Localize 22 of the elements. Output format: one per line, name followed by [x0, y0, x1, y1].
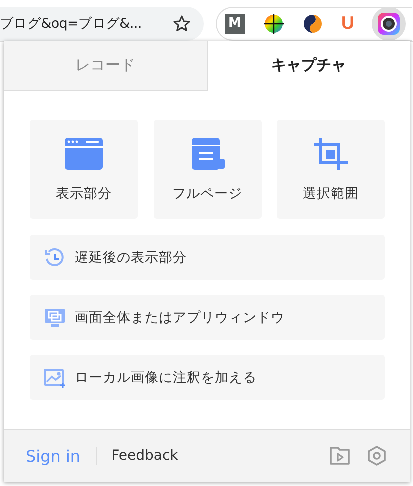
swirl-logo-icon[interactable]: [302, 12, 324, 34]
address-bar[interactable]: ブログ&oq=ブログ&...: [0, 6, 204, 40]
monitor-icon: [44, 306, 66, 328]
capture-mode-card[interactable]: フルページ: [154, 120, 262, 219]
extension-icon[interactable]: M: [225, 14, 245, 34]
capture-option[interactable]: 画面全体またはアプリウィンドウ: [30, 295, 385, 340]
feedback-link[interactable]: Feedback: [112, 448, 178, 464]
capture-option[interactable]: 遅延後の表示部分: [30, 235, 385, 280]
capture-mode-card[interactable]: 選択範囲: [277, 120, 385, 219]
tab[interactable]: キャプチャ: [208, 41, 410, 91]
clock-icon: [44, 246, 66, 268]
browser-window-icon: [64, 136, 104, 170]
star-icon[interactable]: [172, 14, 192, 34]
settings-icon[interactable]: [366, 445, 388, 467]
image-icon: [44, 366, 66, 388]
video-folder-icon[interactable]: [329, 446, 351, 466]
capture-option[interactable]: ローカル画像に注釈を加える: [30, 355, 385, 400]
capture-mode-card[interactable]: 表示部分: [30, 120, 138, 219]
crop-icon: [311, 136, 351, 170]
color-wheel-icon[interactable]: [262, 12, 284, 34]
url-text: ブログ&oq=ブログ&...: [0, 14, 143, 32]
camera-extension-button[interactable]: [372, 6, 406, 40]
